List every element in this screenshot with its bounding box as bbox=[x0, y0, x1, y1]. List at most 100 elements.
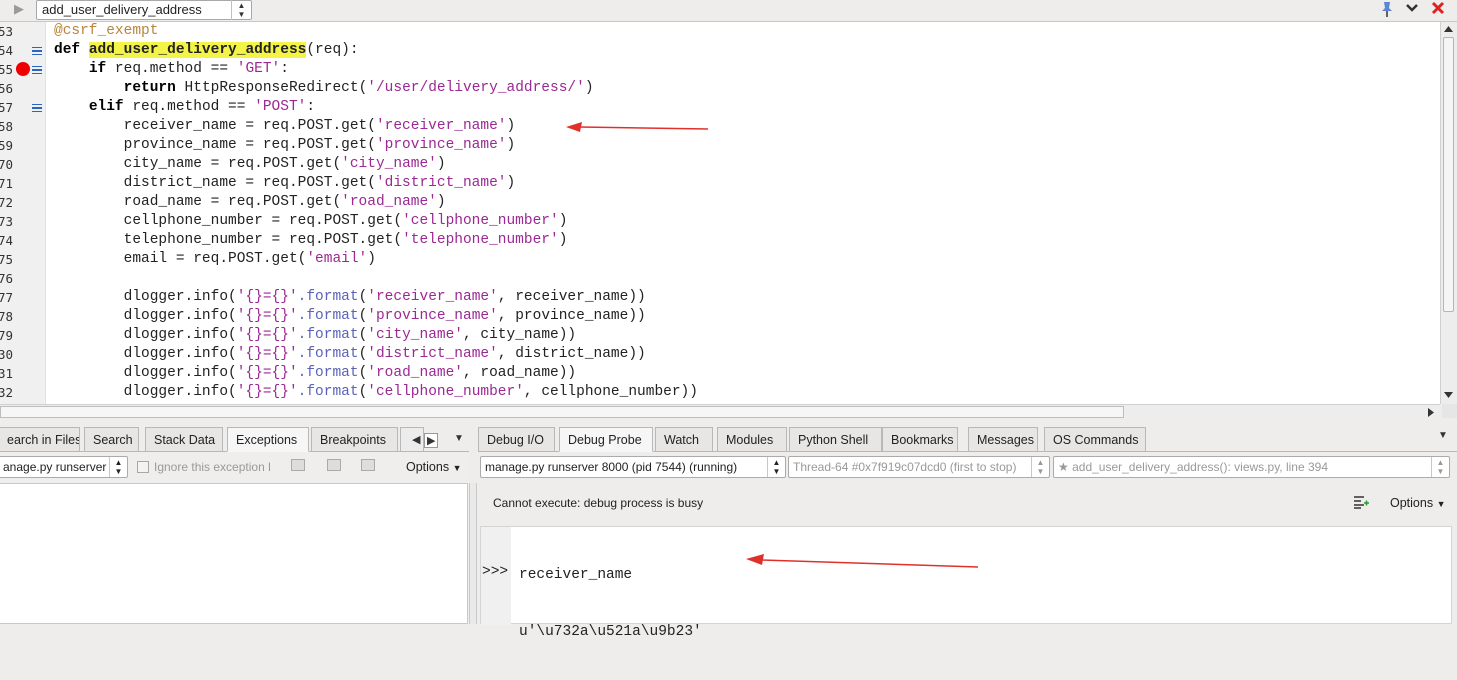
tab-menu-icon[interactable]: ▼ bbox=[454, 433, 464, 444]
code-token: 'city_name' bbox=[367, 327, 463, 343]
line-number-gutter[interactable]: 53 54 55 56 57 58 59 70 71 72 73 74 75 76 77 78 79 30 31 32 bbox=[0, 22, 46, 404]
play-icon[interactable]: ▶ bbox=[14, 1, 24, 17]
panel-splitter[interactable] bbox=[469, 483, 477, 624]
fold-toggle-icon[interactable] bbox=[32, 66, 42, 74]
code-token: 'district_name' bbox=[375, 175, 507, 191]
line-number: 72 bbox=[0, 195, 14, 210]
code-line[interactable]: dlogger.info('{}={}'.format('cellphone_n… bbox=[54, 383, 698, 402]
exception-action-icon[interactable] bbox=[291, 459, 305, 471]
tab-search[interactable]: Search bbox=[84, 427, 139, 452]
code-line[interactable]: email = req.POST.get('email') bbox=[54, 250, 698, 269]
code-line[interactable]: province_name = req.POST.get('province_n… bbox=[54, 136, 698, 155]
code-line[interactable]: dlogger.info('{}={}'.format('city_name',… bbox=[54, 326, 698, 345]
exception-details-area[interactable] bbox=[0, 483, 468, 624]
file-selector[interactable]: add_user_delivery_address ▲ ▼ bbox=[36, 0, 252, 20]
code-line[interactable]: city_name = req.POST.get('city_name') bbox=[54, 155, 698, 174]
left-panel-tabbar: earch in Files Search Stack Data Excepti… bbox=[0, 427, 469, 452]
ignore-exception-checkbox[interactable] bbox=[137, 461, 149, 473]
tab-watch[interactable]: Watch bbox=[655, 427, 713, 452]
code-token: @csrf_exempt bbox=[54, 23, 159, 39]
debug-process-selector[interactable]: manage.py runserver 8000 (pid 7544) (run… bbox=[480, 456, 786, 478]
code-token: email = req.POST.get( bbox=[54, 251, 307, 267]
tab-stack-data[interactable]: Stack Data bbox=[145, 427, 223, 452]
thread-selector[interactable]: Thread-64 #0x7f919c07dcd0 (first to stop… bbox=[788, 456, 1050, 478]
tab-label: OS Commands bbox=[1053, 433, 1139, 447]
tab-os-commands[interactable]: OS Commands bbox=[1044, 427, 1146, 452]
code-line[interactable]: return HttpResponseRedirect('/user/deliv… bbox=[54, 79, 698, 98]
code-line[interactable]: dlogger.info('{}={}'.format('district_na… bbox=[54, 345, 698, 364]
tab-scroll-left-icon[interactable]: ◀ bbox=[412, 433, 420, 446]
indent-list-icon[interactable] bbox=[1353, 494, 1369, 513]
code-line[interactable]: def add_user_delivery_address(req): bbox=[54, 41, 698, 60]
tab-label: Modules bbox=[726, 433, 774, 447]
line-number: 58 bbox=[0, 119, 14, 134]
code-token: , province_name)) bbox=[497, 308, 646, 324]
tab-menu-icon[interactable]: ▼ bbox=[1438, 430, 1448, 441]
exception-action-icon[interactable] bbox=[361, 459, 375, 471]
scrollbar-thumb[interactable] bbox=[0, 406, 1124, 418]
exception-action-icon[interactable] bbox=[327, 459, 341, 471]
code-line[interactable]: road_name = req.POST.get('road_name') bbox=[54, 193, 698, 212]
close-icon[interactable] bbox=[1431, 1, 1445, 17]
code-token: dlogger.info( bbox=[54, 308, 237, 324]
code-line[interactable]: district_name = req.POST.get('district_n… bbox=[54, 174, 698, 193]
code-editor[interactable]: 53 54 55 56 57 58 59 70 71 72 73 74 75 76 77 78 79 30 31 32… bbox=[0, 22, 1440, 404]
tab-label: Python Shell bbox=[798, 433, 869, 447]
code-line[interactable]: dlogger.info('{}={}'.format('province_na… bbox=[54, 307, 698, 326]
code-line[interactable]: @csrf_exempt bbox=[54, 22, 698, 41]
code-token: , cellphone_number)) bbox=[523, 384, 698, 400]
process-selector[interactable]: anage.py runserver ▲ ▼ bbox=[0, 456, 128, 478]
code-token: 'receiver_name' bbox=[375, 118, 507, 134]
code-token: '/user/delivery_address/' bbox=[367, 80, 585, 96]
console-gutter: >>> bbox=[481, 527, 511, 625]
chevron-down-icon[interactable] bbox=[1405, 2, 1419, 16]
debug-probe-console[interactable]: >>> receiver_name u'\u732a\u521a\u9b23' bbox=[480, 526, 1452, 640]
tab-breakpoints[interactable]: Breakpoints bbox=[311, 427, 398, 452]
fold-toggle-icon[interactable] bbox=[32, 104, 42, 112]
tab-label: Breakpoints bbox=[320, 433, 387, 447]
code-token: dlogger.info( bbox=[54, 289, 237, 305]
code-line[interactable]: dlogger.info('{}={}'.format('road_name',… bbox=[54, 364, 698, 383]
stack-frame-selector[interactable]: ★ add_user_delivery_address(): views.py,… bbox=[1053, 456, 1450, 478]
tab-bookmarks[interactable]: Bookmarks bbox=[882, 427, 958, 452]
editor-horizontal-scrollbar[interactable] bbox=[0, 404, 1440, 418]
code-line[interactable]: elif req.method == 'POST': bbox=[54, 98, 698, 117]
code-line[interactable]: dlogger.info('{}={}'.format('receiver_na… bbox=[54, 288, 698, 307]
tab-search-in-files[interactable]: earch in Files bbox=[0, 427, 80, 452]
tab-label: Stack Data bbox=[154, 433, 216, 447]
stack-frame-value: ★ add_user_delivery_address(): views.py,… bbox=[1058, 460, 1329, 474]
code-area[interactable]: @csrf_exemptdef add_user_delivery_addres… bbox=[54, 22, 698, 402]
tab-debug-probe[interactable]: Debug Probe bbox=[559, 427, 653, 452]
probe-options-menu[interactable]: Options ▼ bbox=[1390, 496, 1446, 510]
breakpoint-icon[interactable] bbox=[16, 62, 30, 76]
code-token: ( bbox=[358, 365, 368, 381]
tab-label: Debug Probe bbox=[568, 433, 642, 447]
scrollbar-thumb[interactable] bbox=[1443, 37, 1454, 312]
options-menu[interactable]: Options ▼ bbox=[406, 460, 462, 474]
code-token: 'POST' bbox=[254, 99, 307, 115]
tab-python-shell[interactable]: Python Shell bbox=[789, 427, 882, 452]
tab-scroll-right-icon[interactable]: ▶ bbox=[424, 433, 439, 448]
code-token: cellphone_number = req.POST.get( bbox=[54, 213, 403, 229]
tab-modules[interactable]: Modules bbox=[717, 427, 787, 452]
editor-vertical-scrollbar[interactable] bbox=[1440, 22, 1455, 404]
tab-exceptions[interactable]: Exceptions bbox=[227, 427, 309, 452]
code-token: 'district_name' bbox=[367, 346, 498, 362]
code-line[interactable]: cellphone_number = req.POST.get('cellpho… bbox=[54, 212, 698, 231]
code-line[interactable]: if req.method == 'GET': bbox=[54, 60, 698, 79]
code-line[interactable]: telephone_number = req.POST.get('telepho… bbox=[54, 231, 698, 250]
line-number: 74 bbox=[0, 233, 14, 248]
tab-messages[interactable]: Messages bbox=[968, 427, 1038, 452]
code-token: return bbox=[123, 80, 176, 96]
code-token: , city_name)) bbox=[463, 327, 577, 343]
line-number: 30 bbox=[0, 347, 14, 362]
code-token: dlogger.info( bbox=[54, 346, 237, 362]
exceptions-panel: anage.py runserver ▲ ▼ Ignore this except… bbox=[0, 452, 469, 624]
code-token: '{}={}' bbox=[236, 365, 298, 381]
code-line[interactable] bbox=[54, 269, 698, 288]
tab-debug-io[interactable]: Debug I/O bbox=[478, 427, 555, 452]
process-selector-value: anage.py runserver bbox=[3, 460, 107, 474]
pin-icon[interactable] bbox=[1380, 1, 1394, 19]
fold-toggle-icon[interactable] bbox=[32, 47, 42, 55]
